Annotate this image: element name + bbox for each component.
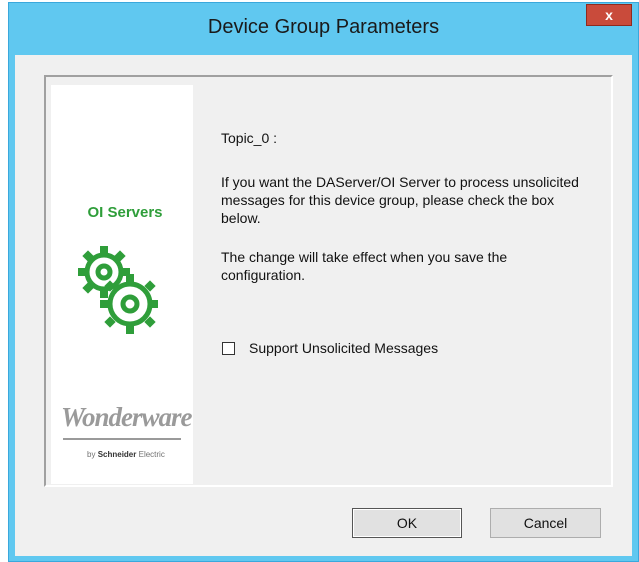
support-unsolicited-label[interactable]: Support Unsolicited Messages [249,340,438,356]
logo-underline [63,438,181,440]
logo-by-text: by [87,450,96,459]
oi-servers-label: OI Servers [87,204,163,221]
topic-label: Topic_0 : [221,130,278,146]
dialog-client-area: OI Servers Wonderware by Schneider Elect… [15,55,632,556]
ok-button[interactable]: OK [352,508,462,538]
logo-suffix-text: Electric [138,450,165,459]
dialog-window: Device Group Parameters x OI Servers Won… [8,2,639,562]
close-button[interactable]: x [586,4,632,26]
unsolicited-checkbox-row[interactable]: Support Unsolicited Messages [222,340,438,356]
parameters-groupbox: OI Servers Wonderware by Schneider Elect… [44,75,613,487]
gears-icon [78,246,158,334]
logo-company-text: Schneider [97,450,137,459]
schneider-electric-logo: by Schneider Electric [87,450,165,459]
instruction-text: If you want the DAServer/OI Server to pr… [221,174,579,226]
window-title: Device Group Parameters [207,16,440,38]
wonderware-logo: Wonderware [61,402,193,432]
support-unsolicited-checkbox[interactable] [222,341,235,355]
logo-panel: OI Servers Wonderware by Schneider Elect… [51,85,193,484]
title-bar[interactable]: Device Group Parameters x [9,3,638,55]
save-note-text: The change will take effect when you sav… [221,249,508,283]
cancel-button[interactable]: Cancel [490,508,601,538]
